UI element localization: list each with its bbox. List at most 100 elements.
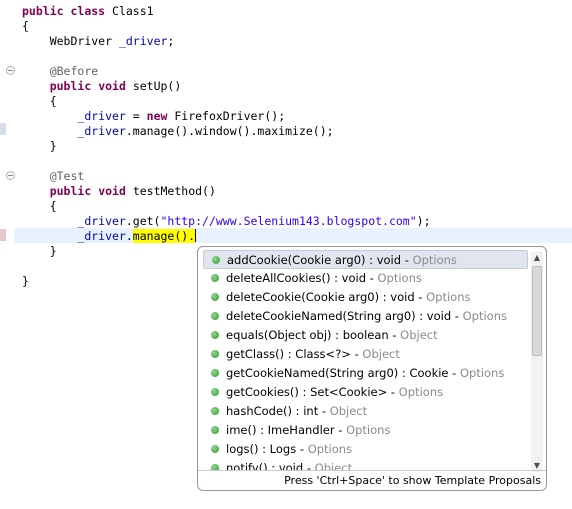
code-line[interactable]: _driver.manage().window().maximize();: [22, 124, 334, 139]
keyword: void: [98, 79, 126, 93]
fold-toggle-icon[interactable]: [6, 171, 15, 180]
template-proposals-hint[interactable]: Press 'Ctrl+Space' to show Template Prop…: [198, 470, 546, 490]
separator: -: [401, 253, 413, 267]
proposal-signature: getClass() : Class<?>: [226, 347, 351, 361]
public-method-icon: [211, 426, 219, 434]
proposal-declaring-type: Options: [462, 309, 507, 323]
operator: =: [125, 109, 147, 123]
keyword: new: [146, 109, 168, 123]
public-method-icon: [211, 312, 219, 320]
brace: {: [49, 94, 57, 108]
brace: {: [22, 19, 29, 33]
proposal-signature: notify() : void: [226, 461, 304, 470]
proposal-signature: getCookies() : Set<Cookie>: [226, 385, 388, 399]
proposal-signature: addCookie(Cookie arg0) : void: [227, 253, 402, 267]
change-marker: [0, 123, 6, 135]
code-line[interactable]: {: [22, 199, 57, 214]
proposal-signature: deleteCookie(Cookie arg0) : void: [226, 290, 415, 304]
text-caret: [195, 229, 196, 242]
proposal-declaring-type: Object: [314, 461, 353, 470]
proposal-item[interactable]: deleteCookie(Cookie arg0) : void - Optio…: [203, 288, 528, 307]
field-name: _driver: [118, 34, 168, 48]
content-assist-popup[interactable]: addCookie(Cookie arg0) : void - Options …: [197, 246, 547, 491]
proposal-declaring-type: Options: [377, 271, 422, 285]
public-method-icon: [211, 407, 219, 415]
proposal-item[interactable]: ime() : ImeHandler - Options: [203, 421, 528, 440]
proposal-signature: ime() : ImeHandler: [226, 423, 335, 437]
code-line[interactable]: }: [22, 244, 57, 259]
type-name: WebDriver: [49, 34, 119, 48]
keyword: public: [49, 184, 92, 198]
punctuation: .: [125, 229, 133, 243]
fold-toggle-icon[interactable]: [6, 66, 15, 75]
method-signature: testMethod(): [125, 184, 216, 198]
editor-gutter: [0, 0, 14, 509]
brace: }: [49, 139, 57, 153]
annotation: @Before: [49, 64, 99, 78]
proposal-signature: logs() : Logs: [226, 442, 297, 456]
brace: }: [22, 274, 29, 288]
proposal-signature: deleteCookieNamed(String arg0) : void: [226, 309, 452, 323]
brace: {: [49, 199, 57, 213]
public-method-icon: [211, 445, 219, 453]
proposal-declaring-type: Object: [329, 404, 368, 418]
scrollbar-thumb[interactable]: [532, 266, 542, 356]
separator: -: [350, 347, 363, 361]
proposal-declaring-type: Object: [362, 347, 400, 361]
proposal-declaring-type: Object: [400, 328, 438, 342]
code-line[interactable]: {: [22, 94, 57, 109]
code-line[interactable]: _driver.get("http://www.Selenium143.blog…: [22, 214, 431, 229]
proposal-item[interactable]: equals(Object obj) : boolean - Object: [203, 326, 528, 345]
proposal-item[interactable]: hashCode() : int - Object: [203, 402, 528, 421]
code-line[interactable]: _driver.manage().: [22, 229, 196, 244]
field-name: _driver: [77, 229, 126, 243]
field-name: _driver: [77, 109, 126, 123]
code-line[interactable]: public void setUp(): [22, 79, 182, 94]
code-line[interactable]: public class Class1: [22, 4, 154, 19]
separator: -: [366, 271, 378, 285]
public-method-icon: [212, 256, 220, 264]
method-signature: setUp(): [125, 79, 182, 93]
code-line[interactable]: {: [22, 19, 29, 34]
code-line[interactable]: @Before: [22, 64, 98, 79]
separator: -: [303, 461, 315, 470]
keyword: class: [70, 4, 106, 18]
code-line[interactable]: }: [22, 139, 57, 154]
proposal-item[interactable]: deleteCookieNamed(String arg0) : void - …: [203, 307, 528, 326]
expression: .manage().window().maximize();: [125, 124, 334, 138]
separator: -: [388, 328, 401, 342]
scroll-up-arrow-icon[interactable]: ▲: [531, 252, 543, 264]
proposal-item[interactable]: getCookieNamed(String arg0) : Cookie - O…: [203, 364, 528, 383]
string-literal: "http://www.Selenium143.blogspot.com": [160, 214, 417, 228]
keyword: public: [22, 4, 64, 18]
proposal-item[interactable]: addCookie(Cookie arg0) : void - Options: [203, 250, 528, 269]
vertical-scrollbar[interactable]: ▲ ▼: [531, 252, 543, 472]
keyword: void: [98, 184, 126, 198]
separator: -: [448, 366, 460, 380]
public-method-icon: [211, 388, 219, 396]
proposal-item[interactable]: getCookies() : Set<Cookie> - Options: [203, 383, 528, 402]
punctuation: );: [416, 214, 431, 228]
separator: -: [414, 290, 427, 304]
code-line[interactable]: }: [22, 274, 29, 289]
error-marker: [0, 229, 6, 241]
separator: -: [296, 442, 308, 456]
public-method-icon: [211, 350, 219, 358]
code-line[interactable]: @Test: [22, 169, 85, 184]
code-line[interactable]: public void testMethod(): [22, 184, 216, 199]
proposal-item[interactable]: notify() : void - Object: [203, 459, 528, 470]
separator: -: [318, 404, 330, 418]
code-line[interactable]: WebDriver _driver;: [22, 34, 175, 49]
proposal-item[interactable]: getClass() : Class<?> - Object: [203, 345, 528, 364]
proposal-item[interactable]: logs() : Logs - Options: [203, 440, 528, 459]
proposal-item[interactable]: deleteAllCookies() : void - Options: [203, 269, 528, 288]
highlighted-expression: manage().: [132, 229, 196, 243]
brace: }: [49, 244, 57, 258]
code-line[interactable]: _driver = new FirefoxDriver();: [22, 109, 285, 124]
public-method-icon: [211, 293, 219, 301]
proposal-signature: getCookieNamed(String arg0) : Cookie: [226, 366, 449, 380]
public-method-icon: [211, 331, 219, 339]
proposal-declaring-type: Options: [346, 423, 391, 437]
proposal-list[interactable]: addCookie(Cookie arg0) : void - Options …: [203, 250, 528, 470]
expression: FirefoxDriver();: [167, 109, 286, 123]
